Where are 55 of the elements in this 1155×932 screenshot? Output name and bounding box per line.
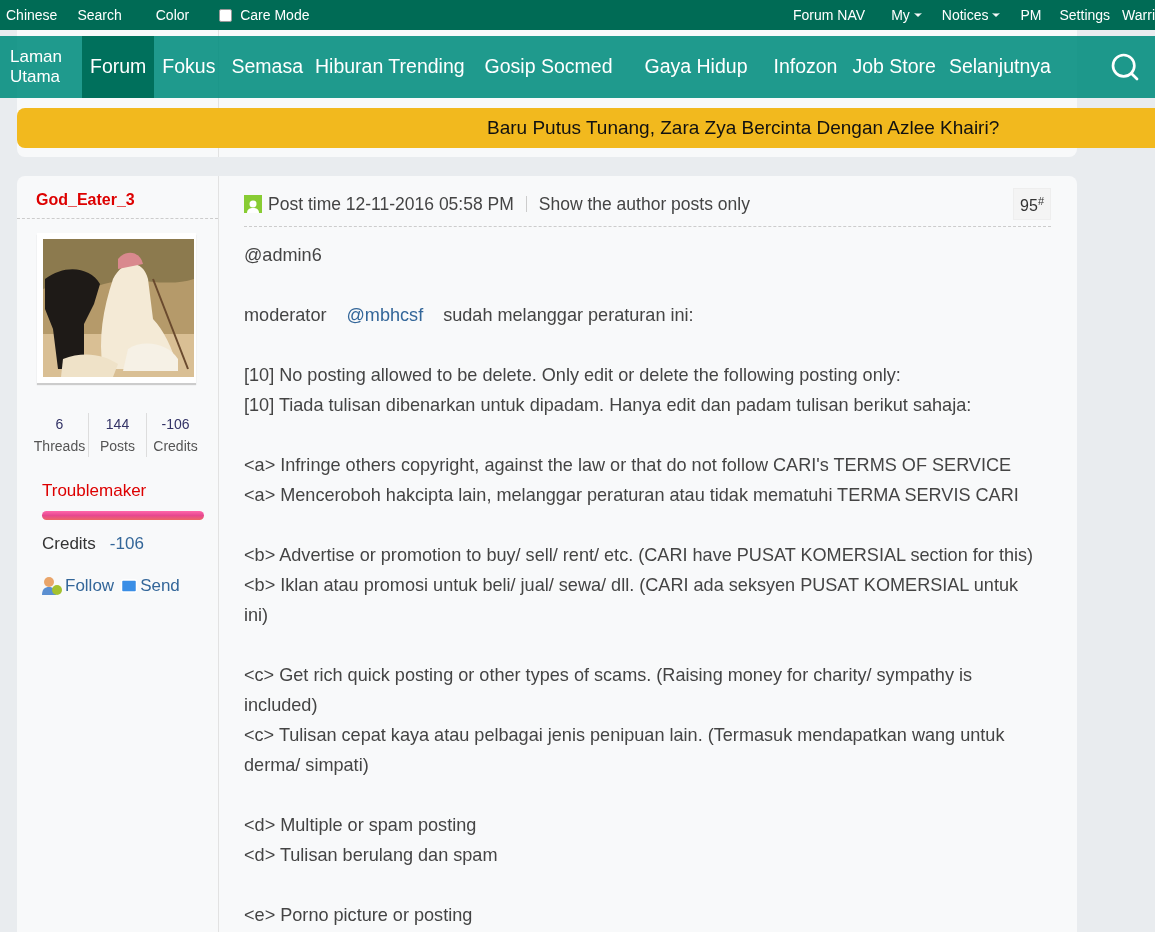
post-text: <c> Get rich quick posting or other types of scams. (Raising money for charity/ sympathy is included)	[244, 664, 974, 718]
post-text: <d> Tulisan berulang dan spam	[244, 844, 499, 868]
floor-number[interactable]: 95$^{#}$	[1013, 188, 1051, 221]
credits-value[interactable]: -106	[109, 534, 144, 554]
nav-tab[interactable]: Gosip Socmed	[468, 36, 629, 98]
post-text: [10] No posting allowed to be delete. Only edit or delete the following posting only:	[244, 364, 902, 388]
top-link[interactable]: Settings	[1059, 7, 1111, 23]
post-text: <b> Iklan atau promosi untuk beli/ jual/ sewa/ dll. (CARI ada seksyen PUSAT KOMERSIAL untuk ini)	[244, 574, 1020, 628]
stat-value[interactable]: 6	[31, 413, 88, 435]
stat-label: Credits	[152, 437, 199, 456]
post-text: <c> Tulisan cepat kaya atau pelbagai jenis penipuan lain. (Termasuk mendapatkan wang untuk derma/ simpati)	[244, 724, 1006, 778]
nav-tab[interactable]: Hiburan Trending	[311, 36, 469, 98]
post-text: <a> Infringe others copyright, against the law or that do not follow CARI's TERMS OF SERVICE	[244, 454, 1013, 478]
post-text: <b> Advertise or promotion to buy/ sell/ rent/ etc. (CARI have PUSAT KOMERSIAL section for this)	[244, 544, 1035, 568]
post-text: [10] Tiada tulisan dibenarkan untuk dipadam. Hanya edit dan padam tulisan berikut sahaja:	[244, 394, 973, 418]
nav-tab[interactable]: Gaya Hidup	[628, 36, 764, 98]
headline-banner[interactable]: Baru Putus Tunang, Zara Zya Bercinta Dengan Azlee Khairi?	[17, 108, 1155, 148]
send-link[interactable]: Send	[120, 576, 180, 596]
post-text: moderator	[244, 305, 327, 326]
top-link[interactable]: Warri	[1122, 7, 1155, 23]
post-text: <e> Porno picture or posting	[244, 904, 474, 928]
stat-label: Posts	[99, 437, 136, 456]
top-link[interactable]: Notices	[941, 7, 1003, 23]
follow-link[interactable]: Follow	[41, 576, 115, 596]
post-time: Post time 12-11-2016 05:58 PM	[268, 193, 514, 215]
user-icon	[244, 195, 262, 214]
post-text: sudah melanggar peraturan ini:	[443, 305, 694, 326]
stat-value[interactable]: -106	[147, 413, 204, 435]
top-link[interactable]: My	[891, 7, 924, 23]
top-link[interactable]: Chinese	[6, 7, 58, 23]
nav-tab[interactable]: Forum	[82, 36, 155, 98]
author-name[interactable]: God_Eater_3	[17, 176, 218, 219]
top-link[interactable]: Color	[155, 7, 190, 23]
stat-value[interactable]: 144	[89, 413, 146, 435]
care-mode-checkbox[interactable]: Care Mode	[219, 7, 310, 23]
nav-tab[interactable]: Laman Utama	[0, 36, 82, 98]
credits-label: Credits	[42, 534, 96, 554]
post-text: @admin6	[244, 244, 323, 268]
user-add-icon	[41, 576, 63, 596]
headline-text: Baru Putus Tunang, Zara Zya Bercinta Dengan Azlee Khairi?	[487, 117, 1000, 139]
nav-tab[interactable]: Infozon	[763, 36, 848, 98]
author-only-link[interactable]: Show the author posts only	[538, 193, 750, 215]
nav-tab[interactable]: Job Store	[847, 36, 941, 98]
post-text: <a> Menceroboh hakcipta lain, melanggar peraturan atau tidak mematuhi TERMA SERVIS CARI	[244, 484, 1020, 508]
top-link[interactable]: Forum NAV	[793, 7, 866, 23]
nav-tab[interactable]: Semasa	[223, 36, 311, 98]
top-link[interactable]: Search	[77, 7, 122, 23]
user-rank: Troublemaker	[42, 481, 148, 501]
top-link[interactable]: PM	[1020, 7, 1042, 23]
post-text: <d> Multiple or spam posting	[244, 814, 478, 838]
search-icon	[1109, 51, 1141, 83]
stat-label: Threads	[32, 437, 87, 456]
mention-link[interactable]: @mbhcsf	[346, 305, 424, 326]
nav-tab[interactable]: Fokus	[154, 36, 224, 98]
nav-tab[interactable]: Selanjutnya	[940, 36, 1059, 98]
